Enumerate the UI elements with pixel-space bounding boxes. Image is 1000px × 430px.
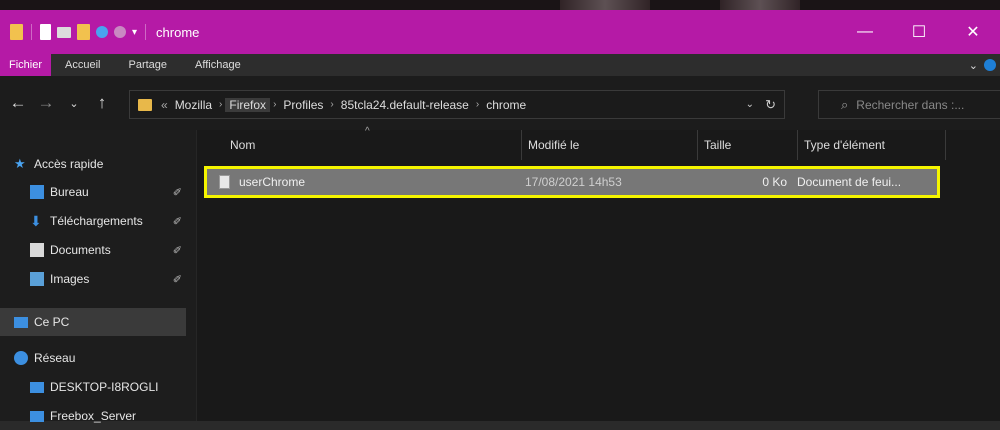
computer-icon (30, 381, 44, 393)
sidebar-item-bureau[interactable]: Bureau ✐ (30, 178, 190, 206)
network-icon (14, 351, 28, 365)
star-icon: ★ (14, 156, 26, 171)
breadcrumb-separator-icon[interactable]: › (327, 99, 336, 110)
undo-icon[interactable] (96, 26, 108, 38)
sidebar-item-label: Ce PC (34, 315, 70, 329)
computer-icon (14, 316, 28, 328)
ribbon-tabs: Fichier Accueil Partage Affichage ⌄ (0, 54, 1000, 76)
background-streak (720, 0, 800, 10)
pin-icon: ✐ (172, 273, 182, 286)
search-placeholder: Rechercher dans :... (856, 97, 965, 112)
address-bar[interactable]: « Mozilla › Firefox › Profiles › 85tcla2… (129, 90, 785, 119)
documents-icon (30, 243, 44, 257)
help-icon[interactable] (984, 59, 996, 71)
file-name: userChrome (239, 175, 306, 189)
sidebar-item-reseau[interactable]: Réseau (14, 344, 190, 372)
window-controls: — ☐ ✕ (838, 10, 1000, 54)
tab-accueil[interactable]: Accueil (51, 54, 114, 76)
sidebar-item-label: Réseau (34, 351, 76, 365)
file-type: Document de feui... (797, 175, 902, 189)
pin-icon: ✐ (172, 244, 182, 257)
sidebar-item-label: Bureau (50, 185, 89, 199)
tab-fichier[interactable]: Fichier (0, 54, 52, 76)
breadcrumb-profile-folder[interactable]: 85tcla24.default-release (337, 98, 473, 112)
breadcrumb-chrome[interactable]: chrome (482, 98, 530, 112)
tab-affichage[interactable]: Affichage (181, 54, 255, 76)
breadcrumb-profiles[interactable]: Profiles (279, 98, 327, 112)
pane-divider[interactable] (196, 130, 197, 421)
column-header-modified[interactable]: Modifié le (522, 130, 698, 160)
sidebar-item-label: Images (50, 272, 90, 286)
tab-partage[interactable]: Partage (114, 54, 181, 76)
quick-access-toolbar: ▾ (0, 10, 148, 54)
computer-icon (30, 410, 44, 422)
redo-icon[interactable] (114, 26, 126, 38)
maximize-button[interactable]: ☐ (892, 10, 946, 54)
search-box[interactable]: ⌕ Rechercher dans :... (818, 90, 1000, 119)
address-dropdown-icon[interactable]: ⌄ (746, 99, 754, 110)
column-header-name[interactable]: Nom (200, 130, 522, 160)
minimize-button[interactable]: — (838, 10, 892, 54)
explorer-content: ★ Accès rapide Bureau ✐ ⬇ Téléchargement… (0, 126, 1000, 423)
breadcrumb-separator-icon[interactable]: › (216, 99, 225, 110)
window-title: chrome (156, 24, 200, 40)
css-file-icon (219, 175, 230, 189)
file-size: 0 Ko (762, 175, 787, 189)
ribbon-right-controls: ⌄ (969, 54, 1000, 76)
breadcrumb-separator-icon[interactable]: › (270, 99, 279, 110)
toolbar-separator (145, 24, 147, 40)
toolbar-separator (31, 24, 32, 40)
images-icon (30, 272, 44, 286)
folder-icon[interactable] (77, 24, 90, 40)
column-header-size[interactable]: Taille (698, 130, 798, 160)
background-strip (0, 0, 1000, 10)
file-modified: 17/08/2021 14h53 (525, 175, 622, 189)
sidebar-item-label: Accès rapide (34, 157, 104, 171)
sidebar-item-telechargements[interactable]: ⬇ Téléchargements ✐ (30, 207, 190, 235)
breadcrumb-mozilla[interactable]: Mozilla (171, 98, 216, 112)
column-header-type[interactable]: Type d'élément (798, 130, 946, 160)
search-icon: ⌕ (841, 96, 849, 112)
pin-icon: ✐ (172, 186, 182, 199)
sidebar-item-freebox[interactable]: Freebox_Server (30, 402, 190, 430)
desktop-folder-icon (30, 185, 44, 199)
navigation-bar: ← → ⌄ ↑ « Mozilla › Firefox › Profiles ›… (0, 76, 1000, 130)
folder-icon (138, 98, 152, 111)
file-row[interactable]: userChrome 17/08/2021 14h53 0 Ko Documen… (204, 166, 940, 198)
navigation-pane: ★ Accès rapide Bureau ✐ ⬇ Téléchargement… (0, 130, 196, 423)
sidebar-item-label: Téléchargements (50, 214, 143, 228)
back-arrow-icon[interactable]: ← (4, 93, 32, 113)
sidebar-item-images[interactable]: Images ✐ (30, 265, 190, 293)
sidebar-item-ce-pc[interactable]: Ce PC (0, 308, 186, 336)
properties-icon[interactable] (40, 24, 51, 40)
breadcrumb-separator-icon[interactable]: › (473, 99, 482, 110)
sidebar-item-acces-rapide[interactable]: ★ Accès rapide (14, 150, 190, 178)
sidebar-item-desktop-pc[interactable]: DESKTOP-I8ROGLI (30, 373, 190, 401)
sidebar-item-label: Documents (50, 243, 111, 257)
forward-arrow-icon[interactable]: → (32, 93, 60, 113)
pin-icon: ✐ (172, 215, 182, 228)
customize-dropdown-icon[interactable]: ▾ (132, 27, 137, 38)
folder-icon[interactable] (10, 24, 23, 40)
recent-locations-chevron-icon[interactable]: ⌄ (60, 97, 88, 110)
breadcrumb-firefox[interactable]: Firefox (225, 97, 271, 112)
download-icon: ⬇ (30, 213, 42, 229)
sidebar-item-label: DESKTOP-I8ROGLI (50, 380, 159, 394)
close-button[interactable]: ✕ (946, 10, 1000, 54)
background-streak (560, 0, 650, 10)
expand-ribbon-chevron-icon[interactable]: ⌄ (969, 59, 978, 72)
sidebar-item-documents[interactable]: Documents ✐ (30, 236, 190, 264)
refresh-icon[interactable]: ↻ (765, 97, 776, 113)
breadcrumb-overflow[interactable]: « (158, 98, 171, 112)
column-headers: ^ Nom Modifié le Taille Type d'élément (200, 126, 1000, 160)
up-arrow-icon[interactable]: ↑ (88, 93, 116, 113)
title-bar: ▾ chrome — ☐ ✕ (0, 10, 1000, 54)
new-folder-icon[interactable] (57, 26, 71, 38)
